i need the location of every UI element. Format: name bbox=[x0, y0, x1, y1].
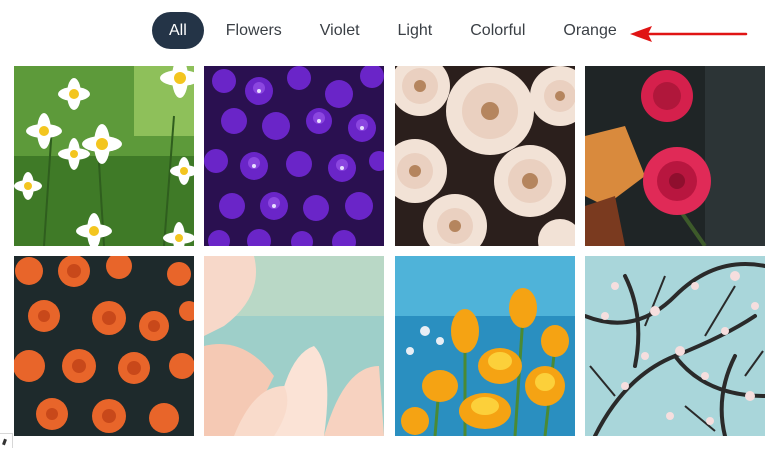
filter-tab-light[interactable]: Light bbox=[382, 12, 449, 49]
filter-tab-all[interactable]: All bbox=[152, 12, 204, 49]
gallery-image-daisies[interactable] bbox=[14, 66, 194, 246]
gallery-image-cherry-blossoms[interactable] bbox=[585, 256, 765, 436]
gallery-filter-bar: All Flowers Violet Light Colorful Orange bbox=[152, 12, 639, 49]
pen-icon bbox=[0, 433, 13, 448]
filter-tab-flowers[interactable]: Flowers bbox=[210, 12, 298, 49]
filter-tab-orange[interactable]: Orange bbox=[547, 12, 632, 49]
gallery-image-orange-carnations[interactable] bbox=[14, 256, 194, 436]
gallery-image-pink-roses[interactable] bbox=[585, 66, 765, 246]
gallery-image-chrysanthemums[interactable] bbox=[395, 66, 575, 246]
gallery-image-violet-flowers[interactable] bbox=[204, 66, 384, 246]
arrow-left-icon bbox=[630, 26, 748, 42]
filter-tab-violet[interactable]: Violet bbox=[304, 12, 376, 49]
filter-tab-colorful[interactable]: Colorful bbox=[454, 12, 541, 49]
gallery-image-yellow-poppies[interactable] bbox=[395, 256, 575, 436]
gallery-image-soft-petals[interactable] bbox=[204, 256, 384, 436]
